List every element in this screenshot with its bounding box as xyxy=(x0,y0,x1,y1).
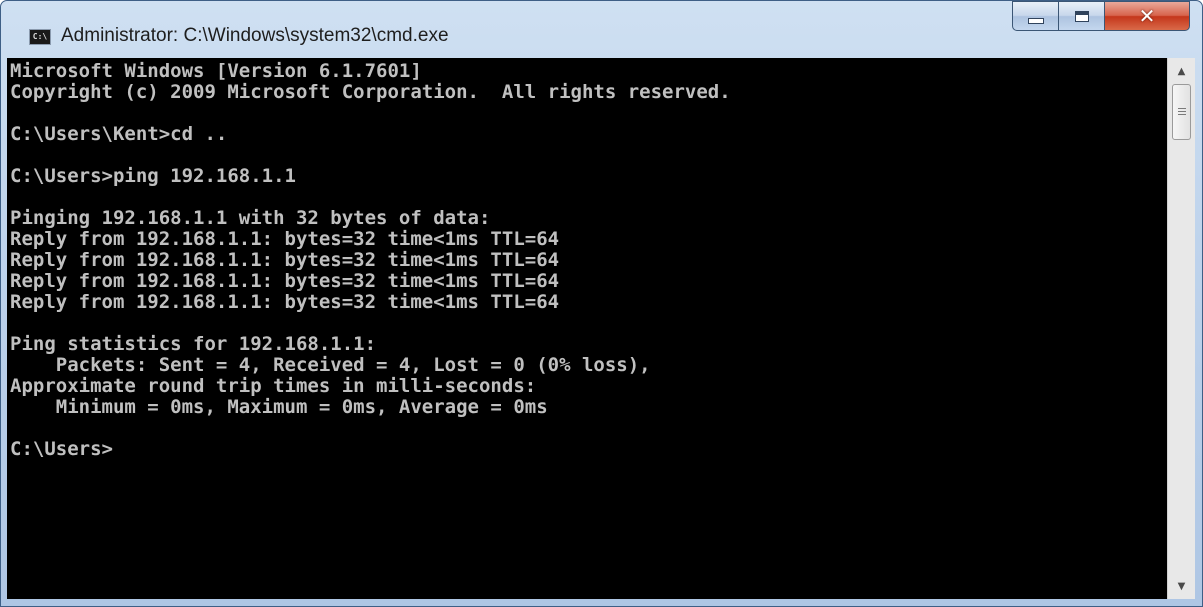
console-line: Reply from 192.168.1.1: bytes=32 time<1m… xyxy=(10,249,560,271)
console-line: Minimum = 0ms, Maximum = 0ms, Average = … xyxy=(10,396,548,418)
vertical-scrollbar[interactable]: ▲ ▼ xyxy=(1167,58,1195,599)
close-button[interactable]: ✕ xyxy=(1104,1,1190,31)
console-output[interactable]: Microsoft Windows [Version 6.1.7601] Cop… xyxy=(7,58,1167,599)
scroll-down-arrow-icon[interactable]: ▼ xyxy=(1168,573,1195,599)
console-line: C:\Users>ping 192.168.1.1 xyxy=(10,165,296,187)
minimize-button[interactable] xyxy=(1012,1,1058,31)
console-line: Approximate round trip times in milli-se… xyxy=(10,375,537,397)
scroll-up-arrow-icon[interactable]: ▲ xyxy=(1168,58,1195,84)
console-line: Microsoft Windows [Version 6.1.7601] xyxy=(10,60,422,82)
console-line: Reply from 192.168.1.1: bytes=32 time<1m… xyxy=(10,228,560,250)
cmd-window: C:\ Administrator: C:\Windows\system32\c… xyxy=(0,0,1203,607)
grip-icon xyxy=(1177,108,1186,116)
title-bar[interactable]: C:\ Administrator: C:\Windows\system32\c… xyxy=(1,1,1202,57)
console-line: C:\Users> xyxy=(10,438,113,460)
maximize-icon xyxy=(1074,10,1089,22)
console-line: Ping statistics for 192.168.1.1: xyxy=(10,333,377,355)
console-line: Packets: Sent = 4, Received = 4, Lost = … xyxy=(10,354,651,376)
close-icon: ✕ xyxy=(1138,4,1156,28)
console-line: C:\Users\Kent>cd .. xyxy=(10,123,228,145)
maximize-button[interactable] xyxy=(1058,1,1104,31)
console-line: Pinging 192.168.1.1 with 32 bytes of dat… xyxy=(10,207,491,229)
console-line: Copyright (c) 2009 Microsoft Corporation… xyxy=(10,81,731,103)
caption-buttons: ✕ xyxy=(1012,1,1190,31)
scroll-thumb[interactable] xyxy=(1172,84,1191,140)
cmd-icon[interactable]: C:\ xyxy=(29,29,51,45)
minimize-icon xyxy=(1027,18,1044,24)
console-text: Microsoft Windows [Version 6.1.7601] Cop… xyxy=(7,58,1167,460)
console-line: Reply from 192.168.1.1: bytes=32 time<1m… xyxy=(10,270,560,292)
window-title: Administrator: C:\Windows\system32\cmd.e… xyxy=(61,25,449,46)
console-line: Reply from 192.168.1.1: bytes=32 time<1m… xyxy=(10,291,560,313)
